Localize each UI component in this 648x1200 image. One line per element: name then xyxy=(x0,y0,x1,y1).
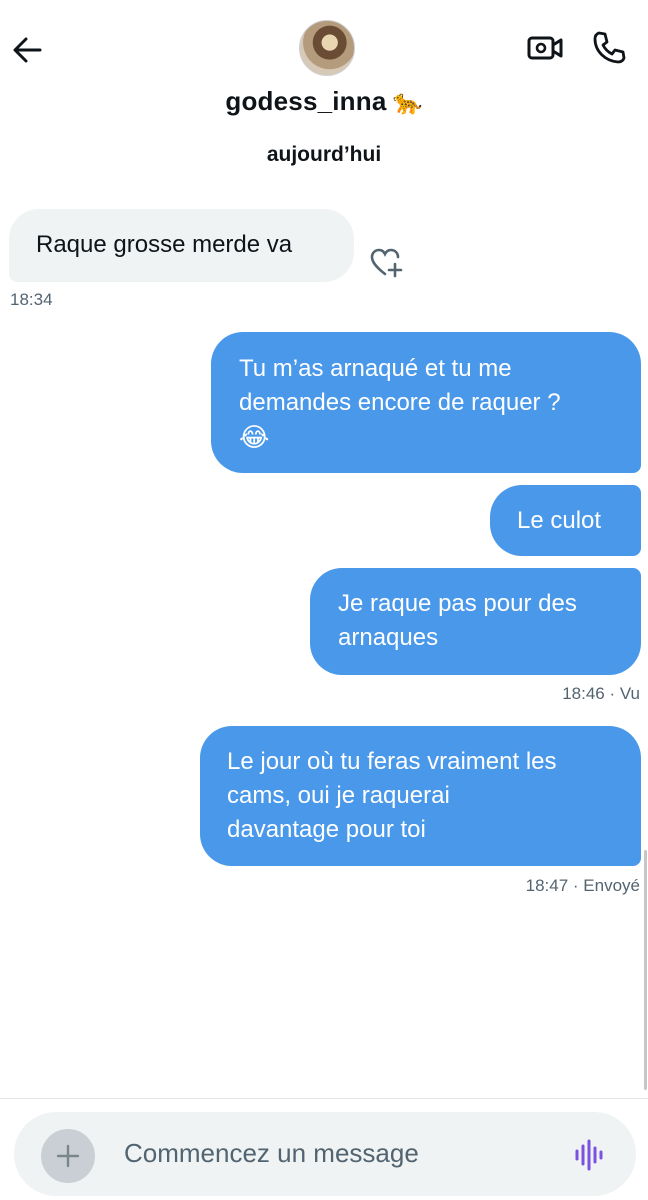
message-text-line: Tu m’as arnaqué et tu me xyxy=(239,355,512,382)
message-text-line: cams, oui je raquerai xyxy=(227,782,450,809)
contact-name[interactable]: godess_inna 🐆 xyxy=(0,86,648,117)
back-arrow-icon[interactable] xyxy=(10,32,46,68)
contact-username: godess_inna xyxy=(225,86,387,116)
add-attachment-button[interactable] xyxy=(41,1129,95,1183)
plus-icon xyxy=(56,1144,80,1168)
sent-message-bubble[interactable]: Le culot xyxy=(490,485,641,556)
message-text-line: Je raque pas pour des xyxy=(338,590,577,617)
phone-call-icon[interactable] xyxy=(590,28,628,66)
message-text: Le culot xyxy=(517,507,602,534)
sent-message-bubble[interactable]: Je raque pas pour des arnaques xyxy=(310,568,641,675)
received-message-bubble[interactable]: Raque grosse merde va xyxy=(9,209,354,282)
sent-message-bubble[interactable]: Tu m’as arnaqué et tu me demandes encore… xyxy=(211,332,641,473)
message-time: 18:34 xyxy=(10,290,53,309)
message-status: 18:47 · Envoyé xyxy=(525,876,640,895)
voice-message-icon[interactable] xyxy=(572,1137,608,1173)
add-reaction-heart-icon[interactable] xyxy=(368,245,404,279)
message-text-line: demandes encore de raquer ? xyxy=(239,389,561,416)
leopard-emoji: 🐆 xyxy=(392,89,423,116)
composer-divider xyxy=(0,1098,648,1099)
message-text-line: davantage pour toi xyxy=(227,816,426,843)
message-input[interactable]: Commencez un message xyxy=(124,1138,419,1169)
scrollbar[interactable] xyxy=(644,850,647,1090)
message-text: Raque grosse merde va xyxy=(36,231,293,258)
message-text-line: arnaques xyxy=(338,624,439,651)
laughing-emoji: 😂 xyxy=(239,422,270,452)
avatar[interactable] xyxy=(299,20,355,76)
sent-message-bubble[interactable]: Le jour où tu feras vraiment les cams, o… xyxy=(200,726,641,866)
message-status: 18:46 · Vu xyxy=(562,684,640,703)
video-call-icon[interactable] xyxy=(526,30,564,66)
message-text-line: Le jour où tu feras vraiment les xyxy=(227,748,557,775)
date-separator: aujourd’hui xyxy=(266,143,382,166)
